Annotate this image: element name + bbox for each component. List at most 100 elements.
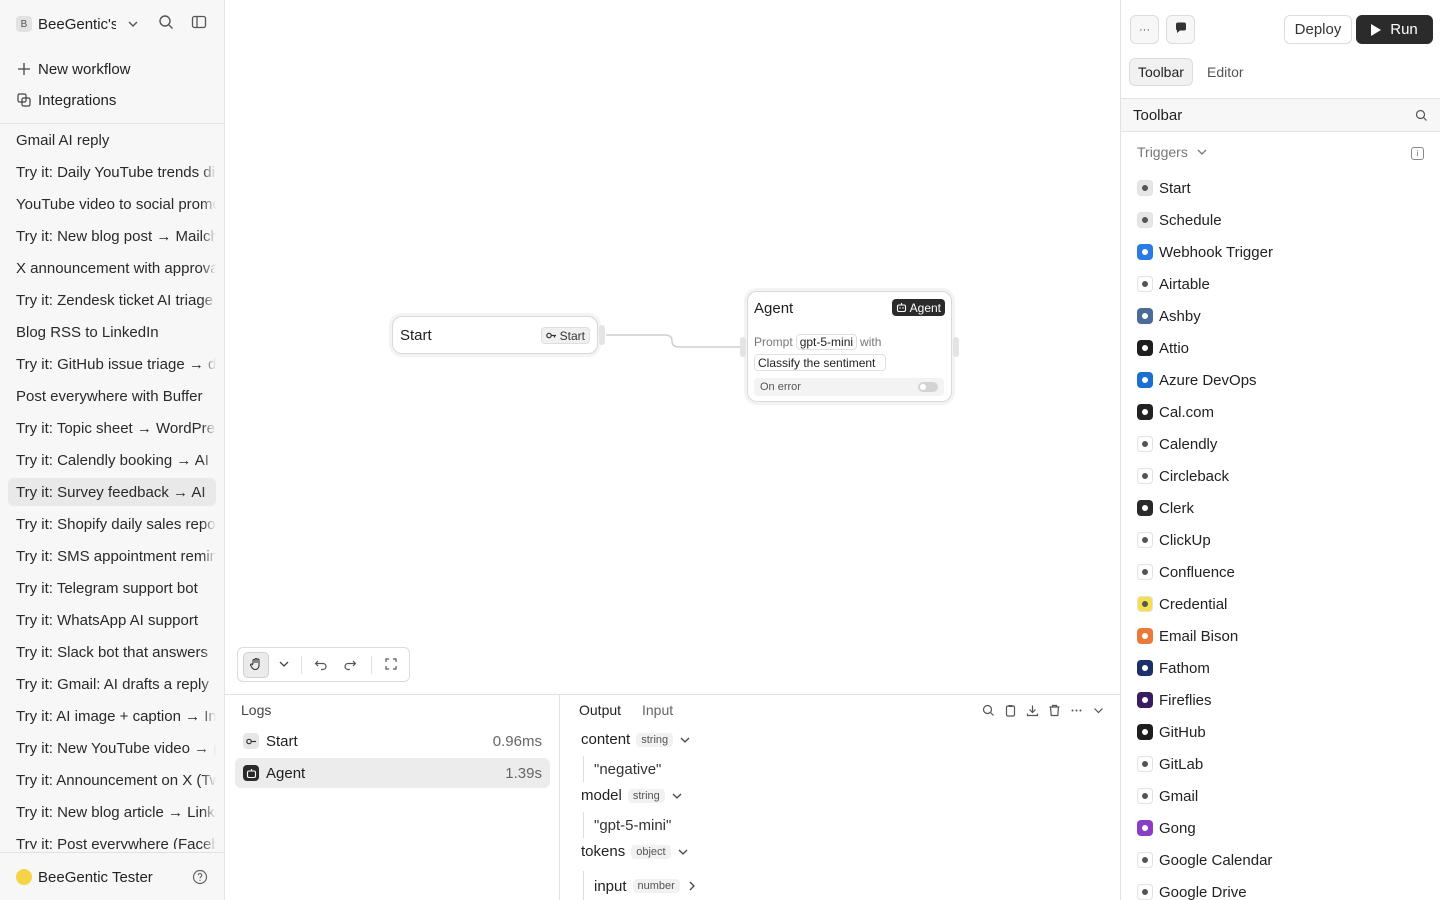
redo-button[interactable] — [337, 652, 363, 678]
workflow-item[interactable]: Try it: Slack bot that answers — [8, 638, 216, 666]
workflow-item[interactable]: Try it: New blog post → Mailchimp — [8, 222, 216, 250]
help-icon[interactable] — [192, 869, 208, 885]
workflow-item[interactable]: YouTube video to social promo — [8, 190, 216, 218]
output-handle[interactable] — [953, 337, 959, 357]
trigger-item[interactable]: Calendly — [1137, 428, 1427, 460]
chat-button[interactable] — [1166, 15, 1195, 44]
workflow-item[interactable]: Gmail AI reply — [8, 126, 216, 154]
trigger-item[interactable]: GitHub — [1137, 716, 1427, 748]
workflow-item[interactable]: Try it: Daily YouTube trends digest — [8, 158, 216, 186]
search-icon[interactable] — [158, 14, 176, 32]
trigger-item[interactable]: Azure DevOps — [1137, 364, 1427, 396]
trigger-label: Clerk — [1159, 499, 1195, 517]
deploy-button[interactable]: Deploy — [1284, 15, 1352, 44]
workflow-item[interactable]: Try it: Topic sheet → WordPress — [8, 414, 216, 442]
trigger-item[interactable]: Start — [1137, 172, 1427, 204]
fit-view-button[interactable] — [378, 652, 404, 678]
new-workflow-button[interactable]: New workflow — [16, 58, 131, 80]
webhook-icon — [1137, 244, 1153, 260]
trigger-item[interactable]: GitLab — [1137, 748, 1427, 780]
trigger-item[interactable]: Ashby — [1137, 300, 1427, 332]
trigger-item[interactable]: Webhook Trigger — [1137, 236, 1427, 268]
icon-glyph — [1142, 281, 1148, 287]
input-handle[interactable] — [740, 337, 746, 357]
icon-glyph — [1142, 409, 1148, 415]
icon-glyph — [1142, 441, 1148, 447]
triggers-section-toggle[interactable]: Triggers — [1137, 144, 1208, 160]
info-icon[interactable]: i — [1411, 147, 1424, 160]
workflow-item[interactable]: Try it: SMS appointment reminder — [8, 542, 216, 570]
tree-key-model[interactable]: model string — [581, 787, 683, 804]
tab-editor[interactable]: Editor — [1199, 58, 1252, 86]
download-icon[interactable] — [1024, 702, 1040, 718]
trigger-item[interactable]: Attio — [1137, 332, 1427, 364]
trigger-item[interactable]: Gong — [1137, 812, 1427, 844]
trigger-item[interactable]: Schedule — [1137, 204, 1427, 236]
trigger-item[interactable]: Email Bison — [1137, 620, 1427, 652]
workflow-item[interactable]: X announcement with approval — [8, 254, 216, 282]
chevron-right-icon — [686, 880, 698, 892]
workflow-item[interactable]: Try it: Post everywhere (Facebook) — [8, 830, 216, 849]
user-menu[interactable]: BeeGentic Tester — [16, 866, 211, 888]
tab-toolbar[interactable]: Toolbar — [1129, 58, 1193, 86]
workflow-item[interactable]: Try it: WhatsApp AI support — [8, 606, 216, 634]
workflow-item[interactable]: Try it: Zendesk ticket AI triage — [8, 286, 216, 314]
agent-node[interactable]: Agent Agent Prompt gpt-5-mini with Class… — [740, 291, 959, 402]
tree-key-content[interactable]: content string — [581, 731, 691, 748]
trigger-item[interactable]: Gmail — [1137, 780, 1427, 812]
sidebar-toggle-icon[interactable] — [191, 14, 209, 32]
integrations-icon — [16, 92, 32, 108]
more-button[interactable]: ··· — [1130, 15, 1159, 44]
workflow-item[interactable]: Try it: Gmail: AI drafts a reply — [8, 670, 216, 698]
google-drive-icon — [1137, 884, 1153, 900]
run-panel: Logs Start 0.96ms Agent 1.39s Output Inp… — [225, 694, 1120, 900]
workflow-canvas[interactable]: Start Start Agent Agent Prompt gpt-5-min… — [225, 0, 1120, 694]
trigger-item[interactable]: Confluence — [1137, 556, 1427, 588]
undo-button[interactable] — [308, 652, 334, 678]
trigger-item[interactable]: Clerk — [1137, 492, 1427, 524]
trigger-item[interactable]: Cal.com — [1137, 396, 1427, 428]
hand-tool-button[interactable] — [243, 652, 269, 678]
on-error-toggle[interactable] — [918, 382, 938, 392]
workflow-item[interactable]: Try it: Telegram support bot — [8, 574, 216, 602]
search-icon[interactable] — [980, 702, 996, 718]
workflow-item[interactable]: Try it: Shopify daily sales report — [8, 510, 216, 538]
trigger-item[interactable]: Circleback — [1137, 460, 1427, 492]
tab-input[interactable]: Input — [642, 702, 673, 718]
trigger-item[interactable]: Google Calendar — [1137, 844, 1427, 876]
tool-mode-dropdown[interactable] — [271, 652, 297, 678]
tab-output[interactable]: Output — [579, 702, 621, 718]
integrations-button[interactable]: Integrations — [16, 89, 116, 111]
workflow-item[interactable]: Try it: AI image + caption → Instagram — [8, 702, 216, 730]
chevron-down-icon[interactable] — [1090, 702, 1106, 718]
more-icon[interactable] — [1068, 702, 1084, 718]
log-row-start[interactable]: Start 0.96ms — [235, 726, 550, 756]
workflow-item[interactable]: Post everywhere with Buffer — [8, 382, 216, 410]
workflow-item[interactable]: Try it: Announcement on X (Twitter) — [8, 766, 216, 794]
icon-glyph — [1142, 697, 1148, 703]
clipboard-icon[interactable] — [1002, 702, 1018, 718]
workspace-switcher[interactable]: B BeeGentic's — [16, 12, 211, 36]
workflow-item[interactable]: Try it: New YouTube video → post — [8, 734, 216, 762]
workflow-item[interactable]: Try it: Calendly booking → AI — [8, 446, 216, 474]
trigger-item[interactable]: Fireflies — [1137, 684, 1427, 716]
trigger-item[interactable]: Google Drive — [1137, 876, 1427, 900]
log-row-agent[interactable]: Agent 1.39s — [235, 758, 550, 788]
start-node[interactable]: Start Start — [392, 316, 605, 354]
trigger-item[interactable]: Fathom — [1137, 652, 1427, 684]
search-icon[interactable] — [1415, 109, 1429, 123]
output-handle[interactable] — [599, 325, 605, 345]
icon-glyph — [1142, 825, 1148, 831]
tree-key-input[interactable]: input number — [594, 878, 698, 895]
workflow-item[interactable]: Try it: New blog article → LinkedIn — [8, 798, 216, 826]
trash-icon[interactable] — [1046, 702, 1062, 718]
trigger-item[interactable]: Credential — [1137, 588, 1427, 620]
workflow-item[interactable]: Blog RSS to LinkedIn — [8, 318, 216, 346]
workflow-item[interactable]: Try it: GitHub issue triage → digest — [8, 350, 216, 378]
tree-key-tokens[interactable]: tokens object — [581, 843, 689, 860]
trigger-item[interactable]: ClickUp — [1137, 524, 1427, 556]
workflow-item[interactable]: Try it: Survey feedback → AI — [8, 478, 216, 506]
trigger-item[interactable]: Airtable — [1137, 268, 1427, 300]
trigger-label: Gong — [1159, 819, 1196, 837]
run-button[interactable]: Run — [1356, 15, 1433, 44]
